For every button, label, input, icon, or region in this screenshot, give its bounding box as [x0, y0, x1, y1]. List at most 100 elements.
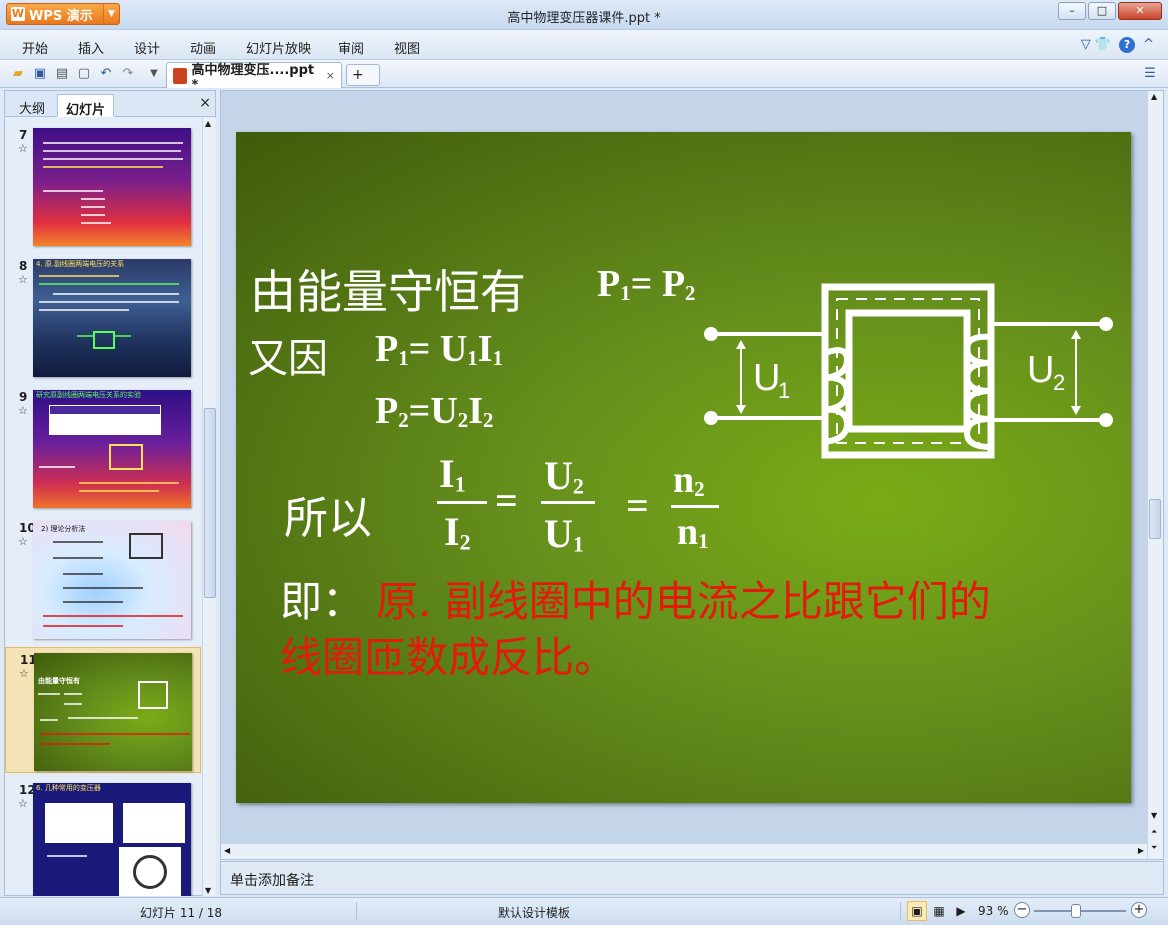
scrollbar-thumb[interactable] [204, 408, 216, 598]
u1-label: U [753, 357, 780, 399]
fraction-bar [541, 501, 595, 504]
zoom-level: 93 % [978, 904, 1009, 918]
slide-thumbnail-9[interactable]: 9 ☆ 研究原副线圈两端电压关系的实验 [5, 385, 201, 511]
equals-sign: = [626, 483, 649, 528]
normal-view-icon[interactable]: ▣ [907, 901, 927, 921]
conclusion-text-line2: 线圈匝数成反比。 [280, 633, 617, 682]
fraction-u1: U1 [544, 511, 584, 557]
scroll-down-icon[interactable]: ▼ [1151, 811, 1157, 820]
fraction-bar [671, 505, 719, 508]
thumbnail-title: 研究原副线圈两端电压关系的实验 [36, 391, 141, 399]
conclusion-text-line1: 原. 副线圈中的电流之比跟它们的 [376, 577, 991, 626]
slide-thumbnail-8[interactable]: 8 ☆ 4. 原.副线圈两端电压的关系 [5, 254, 201, 380]
menu-insert[interactable]: 插入 [78, 38, 104, 57]
thumbnail-title: 4. 原.副线圈两端电压的关系 [36, 260, 125, 268]
previous-slide-icon[interactable]: ⏶ [1151, 827, 1157, 837]
slide-thumbnail-12[interactable]: 12 ☆ 6. 几种常用的变压器 [5, 778, 201, 896]
redo-icon[interactable]: ↷ [120, 66, 136, 82]
window-title: 高中物理变压器课件.ppt * [507, 11, 661, 26]
maximize-button[interactable]: □ [1088, 2, 1116, 20]
slide-preview: 4. 原.副线圈两端电压的关系 [33, 259, 191, 377]
notes-pane[interactable]: 单击添加备注 [220, 861, 1164, 895]
equals-sign: = [495, 478, 518, 523]
close-button[interactable]: ✕ [1118, 2, 1162, 20]
thumbnail-title: 由能量守恒有 [38, 677, 80, 685]
scroll-up-icon[interactable]: ▲ [205, 119, 211, 128]
u1-subscript: 1 [778, 378, 790, 403]
animation-star-icon: ☆ [18, 273, 28, 286]
also-because-text: 又因 [248, 336, 328, 382]
undo-icon[interactable]: ↶ [98, 66, 114, 82]
fraction-u2: U2 [544, 453, 584, 499]
next-slide-icon[interactable]: ⏷ [1151, 843, 1157, 853]
fraction-bar [437, 501, 487, 504]
zoom-in-button[interactable]: + [1131, 902, 1147, 918]
document-tab[interactable]: 高中物理变压....ppt * × [166, 62, 342, 93]
fraction-i1: I1 [439, 451, 466, 497]
slide-number: 8 [19, 259, 28, 273]
therefore-text: 所以 [284, 493, 372, 544]
slide-editor: 由能量守恒有 P1= P2 又因 P1= U1I1 P2=U2I2 U 1 U … [220, 90, 1164, 860]
u2-label: U [1027, 349, 1054, 391]
help-icon[interactable]: ? [1119, 37, 1136, 53]
scroll-down-icon[interactable]: ▼ [205, 886, 211, 895]
slide-number: 7 [19, 128, 28, 142]
open-icon[interactable]: ▰ [10, 66, 26, 82]
slide-horizontal-scrollbar[interactable]: ◀ ▶ [221, 843, 1147, 859]
quick-access-toolbar: ▰ ▣ ▤ ▢ ↶ ↷ ▼ 高中物理变压....ppt * × + ▼ ☰ [0, 60, 1168, 101]
tab-slides[interactable]: 幻灯片 [57, 94, 115, 118]
equation-p1-u1i1: P1= U1I1 [375, 328, 503, 371]
notes-placeholder: 单击添加备注 [230, 873, 314, 889]
current-slide[interactable]: 由能量守恒有 P1= P2 又因 P1= U1I1 P2=U2I2 U 1 U … [236, 132, 1131, 803]
preview-icon[interactable]: ▢ [76, 66, 92, 82]
scrollbar-thumb[interactable] [1149, 499, 1161, 539]
thumbnail-scrollbar[interactable]: ▲ ▼ [202, 118, 216, 896]
slide-thumbnail-10[interactable]: 10 ☆ 2) 理论分析法 [5, 516, 201, 642]
print-icon[interactable]: ▤ [54, 66, 70, 82]
minimize-button[interactable]: – [1058, 2, 1086, 20]
skin-icon[interactable]: ▽ 👕 [1081, 37, 1111, 53]
u2-subscript: 2 [1053, 370, 1065, 395]
scroll-up-icon[interactable]: ▲ [1151, 92, 1157, 101]
menu-review[interactable]: 审阅 [338, 38, 364, 57]
animation-star-icon: ☆ [18, 797, 28, 810]
slide-preview [33, 128, 191, 246]
slide-thumbnail-7[interactable]: 7 ☆ [5, 123, 201, 249]
menu-animation[interactable]: 动画 [190, 38, 216, 57]
zoom-out-button[interactable]: − [1014, 902, 1030, 918]
new-tab-button[interactable]: + ▼ [346, 64, 380, 101]
slide-thumbnail-11[interactable]: 11 ☆ 由能量守恒有 [5, 647, 201, 773]
fraction-i2: I2 [444, 509, 471, 555]
slide-preview: 研究原副线圈两端电压关系的实验 [33, 390, 191, 508]
close-icon[interactable]: × [199, 95, 211, 111]
chevron-up-icon[interactable]: ^ [1143, 37, 1154, 53]
zoom-slider-thumb[interactable] [1071, 904, 1081, 918]
layout-icon[interactable]: ☰ [1142, 66, 1158, 82]
plus-icon: + [352, 67, 364, 83]
slide-number: 9 [19, 390, 28, 404]
animation-star-icon: ☆ [18, 535, 28, 548]
slide-preview: 6. 几种常用的变压器 [33, 783, 191, 896]
scroll-left-icon[interactable]: ◀ [224, 846, 230, 855]
conclusion-prefix: 即： [280, 577, 365, 626]
scroll-right-icon[interactable]: ▶ [1138, 846, 1144, 855]
slide-sorter-icon[interactable]: ▦ [929, 901, 949, 921]
slides-panel: 大纲 幻灯片 × 7 ☆ 8 ☆ 4. 原.副线圈两端电压的关系 9 ☆ 研究原… [4, 90, 216, 896]
menu-home[interactable]: 开始 [22, 38, 48, 57]
slideshow-icon[interactable]: ▶ [951, 901, 971, 921]
equation-p2-u2i2: P2=U2I2 [375, 390, 494, 433]
menu-design[interactable]: 设计 [134, 38, 160, 57]
panel-tabs: 大纲 幻灯片 × [5, 91, 215, 118]
tab-outline[interactable]: 大纲 [11, 94, 53, 117]
thumbnail-list: 7 ☆ 8 ☆ 4. 原.副线圈两端电压的关系 9 ☆ 研究原副线圈两端电压关系… [5, 118, 201, 896]
status-bar: 幻灯片 11 / 18 默认设计模板 ▣ ▦ ▶ 93 % − + [0, 897, 1168, 925]
slide-preview: 由能量守恒有 [34, 653, 192, 771]
tab-close-icon[interactable]: × [326, 69, 335, 82]
save-icon[interactable]: ▣ [32, 66, 48, 82]
slide-counter: 幻灯片 11 / 18 [140, 906, 223, 920]
customize-icon[interactable]: ▼ [146, 66, 162, 82]
slide-vertical-scrollbar[interactable]: ▲ ▼ ⏶ ⏷ [1147, 91, 1163, 859]
title-bar: W WPS 演示 ▼ 高中物理变压器课件.ppt * – □ ✕ [0, 0, 1168, 30]
menu-view[interactable]: 视图 [394, 38, 420, 57]
menu-slideshow[interactable]: 幻灯片放映 [246, 38, 311, 57]
